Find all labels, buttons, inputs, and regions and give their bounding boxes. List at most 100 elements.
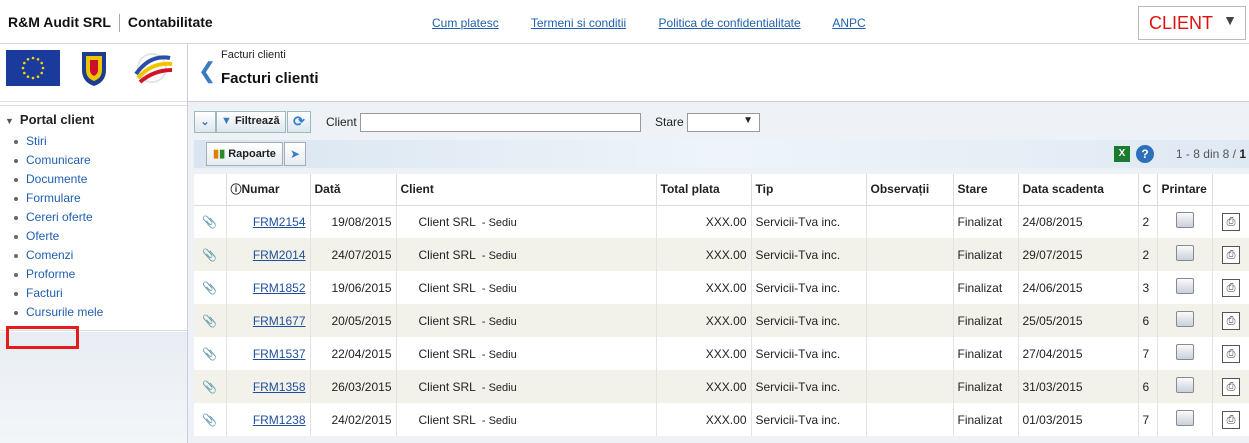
- sidebar-item-stiri[interactable]: Stiri: [14, 132, 187, 151]
- paperclip-icon[interactable]: 📎: [194, 370, 227, 403]
- invoice-number-link[interactable]: FRM1537: [253, 347, 306, 361]
- col-stare[interactable]: Stare: [953, 174, 1019, 206]
- col-printare[interactable]: Printare: [1157, 174, 1213, 206]
- sidebar-item-comenzi[interactable]: Comenzi: [14, 246, 187, 265]
- col-data[interactable]: Dată: [310, 174, 397, 206]
- cell-numar[interactable]: FRM1677: [226, 304, 311, 337]
- cell-tip: Servicii-Tva inc.: [751, 271, 867, 304]
- link-politica[interactable]: Politica de confidentialitate: [659, 16, 801, 30]
- sidebar-item-facturi[interactable]: Facturi: [14, 284, 187, 303]
- link-anpc[interactable]: ANPC: [832, 16, 865, 30]
- filter-button[interactable]: ▼ Filtrează: [216, 111, 286, 133]
- paperclip-icon[interactable]: 📎: [194, 271, 227, 304]
- col-scadenta[interactable]: Data scadenta: [1018, 174, 1139, 206]
- rapoarte-button[interactable]: ▮▮ Rapoarte: [206, 142, 283, 166]
- client-sediu: - Sediu: [481, 282, 517, 295]
- print-preview-icon[interactable]: ⎙: [1222, 278, 1240, 297]
- printer-icon[interactable]: [1175, 212, 1194, 229]
- printer-icon[interactable]: [1175, 278, 1194, 294]
- printer-icon[interactable]: [1175, 410, 1194, 426]
- refresh-button[interactable]: ⟳: [287, 111, 311, 133]
- cell-numar[interactable]: FRM2014: [226, 238, 311, 271]
- client-dropdown[interactable]: CLIENT ▼: [1138, 6, 1246, 40]
- invoice-number-link[interactable]: FRM1238: [253, 413, 306, 427]
- table-row[interactable]: 📎 FRM1537 22/04/2015 Client SRL - Sediu XXX.0…: [194, 337, 1249, 370]
- col-tip[interactable]: Tip: [751, 174, 867, 206]
- col-client[interactable]: Client: [396, 174, 657, 206]
- cell-tip: Servicii-Tva inc.: [751, 238, 867, 271]
- cell-printare: [1157, 271, 1213, 304]
- cell-numar[interactable]: FRM1537: [226, 337, 311, 370]
- cell-scadenta: 01/03/2015: [1018, 403, 1139, 436]
- cell-scadenta: 24/08/2015: [1018, 205, 1139, 238]
- link-cum-platesc[interactable]: Cum platesc: [432, 16, 499, 30]
- invoice-number-link[interactable]: FRM2154: [253, 215, 306, 229]
- cell-data: 19/06/2015: [310, 271, 397, 304]
- cell-numar[interactable]: FRM1238: [226, 403, 311, 436]
- invoice-number-link[interactable]: FRM2014: [253, 248, 306, 262]
- invoice-number-link[interactable]: FRM1677: [253, 314, 306, 328]
- print-preview-icon[interactable]: ⎙: [1222, 245, 1240, 264]
- pagination-pages[interactable]: 1: [1239, 147, 1246, 161]
- help-icon[interactable]: ?: [1136, 145, 1154, 163]
- eu-flag-logo: [6, 50, 60, 86]
- bullet-icon: [14, 310, 18, 315]
- excel-icon[interactable]: X: [1114, 146, 1130, 162]
- paperclip-icon[interactable]: 📎: [194, 238, 227, 271]
- triangle-down-icon: ▼: [5, 116, 14, 126]
- col-observatii[interactable]: Observații: [866, 174, 954, 206]
- cell-scadenta: 29/07/2015: [1018, 238, 1139, 271]
- col-total[interactable]: Total plata: [656, 174, 752, 206]
- print-preview-icon[interactable]: ⎙: [1222, 212, 1240, 231]
- invoices-table: ⓘNumar Dată Client Total plata Tip Obser…: [194, 174, 1249, 436]
- table-row[interactable]: 📎 FRM1852 19/06/2015 Client SRL - Sediu XXX.0…: [194, 271, 1249, 304]
- chevron-left-icon[interactable]: ❮: [198, 58, 216, 84]
- print-preview-icon[interactable]: ⎙: [1222, 410, 1240, 429]
- invoice-number-link[interactable]: FRM1852: [253, 281, 306, 295]
- printer-icon[interactable]: [1175, 377, 1194, 393]
- table-row[interactable]: 📎 FRM1358 26/03/2015 Client SRL - Sediu XXX.0…: [194, 370, 1249, 403]
- cell-print-extra: ⎙: [1212, 271, 1249, 304]
- portal-title[interactable]: ▼ Portal client: [0, 106, 187, 132]
- sidebar-item-oferte[interactable]: Oferte: [14, 227, 187, 246]
- table-row[interactable]: 📎 FRM2154 19/08/2015 Client SRL - Sediu XXX.0…: [194, 205, 1249, 238]
- cell-numar[interactable]: FRM1358: [226, 370, 311, 403]
- cell-printare: [1157, 205, 1213, 238]
- rapoarte-next-button[interactable]: ➤: [284, 142, 306, 166]
- sidebar-item-label: Cursurile mele: [26, 305, 104, 319]
- printer-icon[interactable]: [1175, 245, 1194, 261]
- table-row[interactable]: 📎 FRM1677 20/05/2015 Client SRL - Sediu XXX.0…: [194, 304, 1249, 337]
- print-preview-icon[interactable]: ⎙: [1222, 344, 1240, 363]
- sidebar-item-formulare[interactable]: Formulare: [14, 189, 187, 208]
- table-row[interactable]: 📎 FRM2014 24/07/2015 Client SRL - Sediu XXX.0…: [194, 238, 1249, 271]
- stare-select[interactable]: ▼: [687, 113, 760, 132]
- sidebar-item-comunicare[interactable]: Comunicare: [14, 151, 187, 170]
- cell-total: XXX.00: [656, 271, 752, 304]
- col-numar[interactable]: ⓘNumar: [226, 174, 311, 206]
- expand-button[interactable]: ⌄: [194, 111, 216, 133]
- cell-observatii: [866, 205, 954, 238]
- sidebar-item-cereri-oferte[interactable]: Cereri oferte: [14, 208, 187, 227]
- paperclip-icon[interactable]: 📎: [194, 304, 227, 337]
- col-numar-label: Numar: [241, 182, 280, 197]
- printer-icon[interactable]: [1175, 311, 1194, 327]
- client-filter-input[interactable]: [360, 113, 641, 132]
- sidebar-item-documente[interactable]: Documente: [14, 170, 187, 189]
- table-row[interactable]: 📎 FRM1238 24/02/2015 Client SRL - Sediu XXX.0…: [194, 403, 1249, 436]
- cell-numar[interactable]: FRM1852: [226, 271, 311, 304]
- print-preview-icon[interactable]: ⎙: [1222, 377, 1240, 396]
- cell-numar[interactable]: FRM2154: [226, 205, 311, 238]
- bullet-icon: [14, 139, 18, 144]
- col-c[interactable]: C: [1138, 174, 1158, 206]
- paperclip-icon[interactable]: 📎: [194, 205, 227, 238]
- print-preview-icon[interactable]: ⎙: [1222, 311, 1240, 330]
- logos-bar: [0, 44, 187, 102]
- refresh-icon: ⟳: [293, 113, 305, 129]
- link-termeni[interactable]: Termeni si conditii: [531, 16, 626, 30]
- paperclip-icon[interactable]: 📎: [194, 403, 227, 436]
- sidebar-item-cursurile-mele[interactable]: Cursurile mele: [14, 303, 187, 322]
- invoice-number-link[interactable]: FRM1358: [253, 380, 306, 394]
- printer-icon[interactable]: [1175, 344, 1194, 360]
- paperclip-icon[interactable]: 📎: [194, 337, 227, 370]
- sidebar-item-proforme[interactable]: Proforme: [14, 265, 187, 284]
